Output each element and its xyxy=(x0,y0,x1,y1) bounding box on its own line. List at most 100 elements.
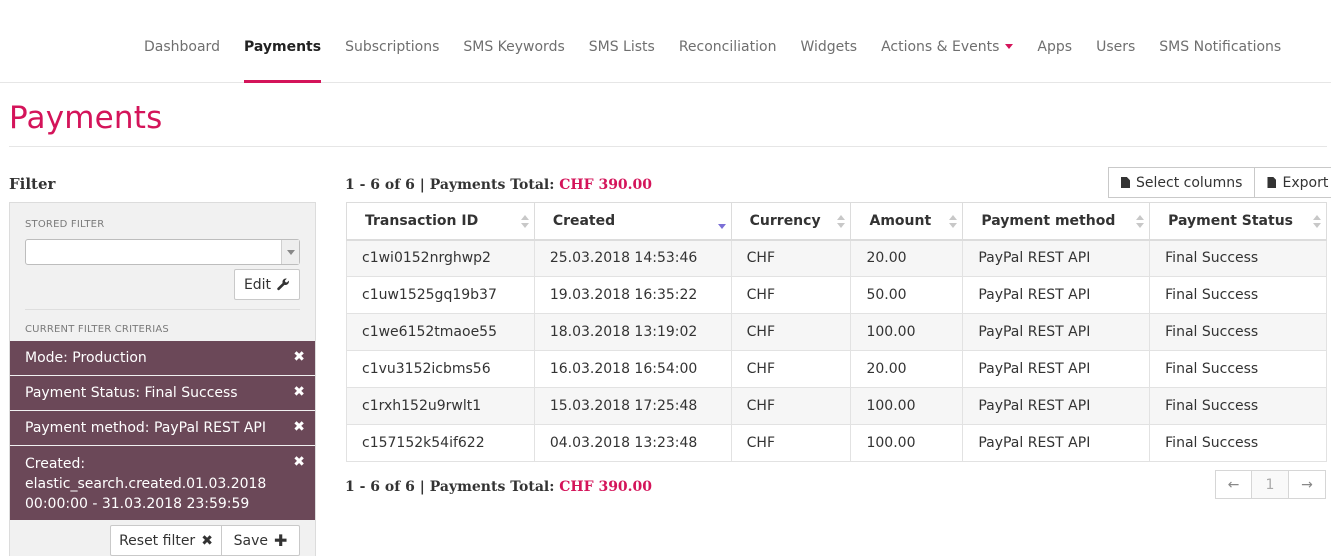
cell-payment-method: PayPal REST API xyxy=(962,350,1151,388)
criteria-text: Payment Status: Final Success xyxy=(25,385,238,401)
cell-payment-status: Final Success xyxy=(1149,350,1327,388)
results-summary-top: 1 - 6 of 6 | Payments Total: CHF 390.00 xyxy=(345,177,652,193)
cell-created: 19.03.2018 16:35:22 xyxy=(533,276,732,314)
cell-created: 16.03.2018 16:54:00 xyxy=(533,350,732,388)
criteria-label: CURRENT FILTER CRITERIAS xyxy=(25,324,169,335)
page-number-current[interactable]: 1 xyxy=(1252,470,1289,499)
sort-desc-icon xyxy=(717,215,726,229)
next-page-button[interactable]: → xyxy=(1289,470,1326,499)
criteria-item: Payment method: PayPal REST API ✖ xyxy=(10,411,315,446)
page-title: Payments xyxy=(9,100,163,136)
edit-filter-label: Edit xyxy=(243,276,272,293)
cell-transaction-id: c1we6152tmaoe55 xyxy=(346,313,535,351)
cell-amount: 20.00 xyxy=(850,239,964,277)
cell-payment-method: PayPal REST API xyxy=(962,239,1151,277)
cell-currency: CHF xyxy=(730,276,852,314)
nav-item-sms-lists[interactable]: SMS Lists xyxy=(577,0,667,83)
cell-created: 15.03.2018 17:25:48 xyxy=(533,387,732,425)
nav-item-widgets[interactable]: Widgets xyxy=(788,0,869,83)
export-button[interactable]: Export xyxy=(1255,167,1331,198)
nav-item-payments[interactable]: Payments xyxy=(232,0,333,83)
cell-payment-status: Final Success xyxy=(1149,313,1327,351)
cell-currency: CHF xyxy=(730,387,852,425)
table-row[interactable]: c1wi0152nrghwp2 25.03.2018 14:53:46 CHF … xyxy=(346,239,1327,277)
nav-item-reconciliation[interactable]: Reconciliation xyxy=(667,0,789,83)
save-filter-label: Save xyxy=(233,532,268,549)
table-row[interactable]: c1rxh152u9rwlt1 15.03.2018 17:25:48 CHF … xyxy=(346,387,1327,425)
summary-text: 1 - 6 of 6 | Payments Total: xyxy=(345,479,560,495)
nav-item-subscriptions[interactable]: Subscriptions xyxy=(333,0,451,83)
cell-amount: 100.00 xyxy=(850,313,964,351)
cell-payment-status: Final Success xyxy=(1149,424,1327,462)
column-header-label: Currency xyxy=(749,212,821,229)
column-header-payment-status[interactable]: Payment Status xyxy=(1149,202,1327,241)
sort-icon xyxy=(949,215,958,229)
column-header-currency[interactable]: Currency xyxy=(730,202,852,241)
select-columns-button[interactable]: Select columns xyxy=(1108,167,1256,198)
document-icon xyxy=(1267,177,1277,188)
plus-icon: ✚ xyxy=(273,531,288,550)
cell-payment-method: PayPal REST API xyxy=(962,387,1151,425)
filter-heading: Filter xyxy=(9,175,56,193)
column-header-transaction-id[interactable]: Transaction ID xyxy=(346,202,535,241)
title-divider xyxy=(9,146,1327,147)
cell-amount: 50.00 xyxy=(850,276,964,314)
column-header-payment-method[interactable]: Payment method xyxy=(962,202,1151,241)
criteria-text: Payment method: PayPal REST API xyxy=(25,420,266,436)
cell-payment-status: Final Success xyxy=(1149,276,1327,314)
cell-transaction-id: c1wi0152nrghwp2 xyxy=(346,239,535,277)
cell-payment-method: PayPal REST API xyxy=(962,276,1151,314)
caret-down-icon xyxy=(1005,43,1014,49)
sort-icon xyxy=(1313,215,1321,229)
cell-transaction-id: c1uw1525gq19b37 xyxy=(346,276,535,314)
cell-payment-status: Final Success xyxy=(1149,239,1327,277)
select-arrow-icon xyxy=(281,240,299,264)
remove-criteria-icon[interactable]: ✖ xyxy=(293,384,305,400)
nav-item-sms-keywords[interactable]: SMS Keywords xyxy=(451,0,576,83)
cell-payment-method: PayPal REST API xyxy=(962,313,1151,351)
stored-filter-select[interactable] xyxy=(25,239,300,265)
column-header-created[interactable]: Created xyxy=(533,202,732,241)
criteria-text: Mode: Production xyxy=(25,350,147,366)
cell-created: 18.03.2018 13:19:02 xyxy=(533,313,732,351)
cell-currency: CHF xyxy=(730,239,852,277)
nav-item-dashboard[interactable]: Dashboard xyxy=(132,0,232,83)
criteria-item: Mode: Production ✖ xyxy=(10,341,315,376)
remove-criteria-icon[interactable]: ✖ xyxy=(293,349,305,365)
close-icon: ✖ xyxy=(201,532,213,549)
nav-item-actions-events-label: Actions & Events xyxy=(881,39,1000,55)
cell-currency: CHF xyxy=(730,424,852,462)
cell-payment-status: Final Success xyxy=(1149,387,1327,425)
nav-item-sms-notifications[interactable]: SMS Notifications xyxy=(1147,0,1293,83)
nav-item-actions-events[interactable]: Actions & Events xyxy=(869,0,1025,83)
export-label: Export xyxy=(1282,174,1329,191)
remove-criteria-icon[interactable]: ✖ xyxy=(293,454,305,470)
cell-created: 25.03.2018 14:53:46 xyxy=(533,239,732,277)
nav-item-users[interactable]: Users xyxy=(1084,0,1147,83)
table-row[interactable]: c1vu3152icbms56 16.03.2018 16:54:00 CHF … xyxy=(346,350,1327,388)
cell-payment-method: PayPal REST API xyxy=(962,424,1151,462)
results-summary-bottom: 1 - 6 of 6 | Payments Total: CHF 390.00 xyxy=(345,479,652,495)
sort-icon xyxy=(520,215,529,229)
table-row[interactable]: c1uw1525gq19b37 19.03.2018 16:35:22 CHF … xyxy=(346,276,1327,314)
pagination: ← 1 → xyxy=(1215,470,1326,499)
table-row[interactable]: c157152k54if622 04.03.2018 13:23:48 CHF … xyxy=(346,424,1327,462)
table-row[interactable]: c1we6152tmaoe55 18.03.2018 13:19:02 CHF … xyxy=(346,313,1327,351)
reset-filter-button[interactable]: Reset filter ✖ xyxy=(110,525,222,556)
cell-amount: 100.00 xyxy=(850,424,964,462)
column-header-label: Payment method xyxy=(981,212,1116,229)
save-filter-button[interactable]: Save ✚ xyxy=(221,525,300,556)
remove-criteria-icon[interactable]: ✖ xyxy=(293,419,305,435)
column-header-amount[interactable]: Amount xyxy=(850,202,964,241)
cell-created: 04.03.2018 13:23:48 xyxy=(533,424,732,462)
summary-text: 1 - 6 of 6 | Payments Total: xyxy=(345,177,560,193)
prev-page-button[interactable]: ← xyxy=(1215,470,1252,499)
top-navigation: Dashboard Payments Subscriptions SMS Key… xyxy=(0,0,1331,83)
column-header-label: Transaction ID xyxy=(365,212,479,229)
sort-icon xyxy=(1136,215,1145,229)
cell-currency: CHF xyxy=(730,350,852,388)
edit-filter-button[interactable]: Edit xyxy=(234,269,300,300)
nav-item-apps[interactable]: Apps xyxy=(1025,0,1084,83)
column-header-label: Amount xyxy=(869,212,932,229)
wrench-icon xyxy=(277,278,289,291)
